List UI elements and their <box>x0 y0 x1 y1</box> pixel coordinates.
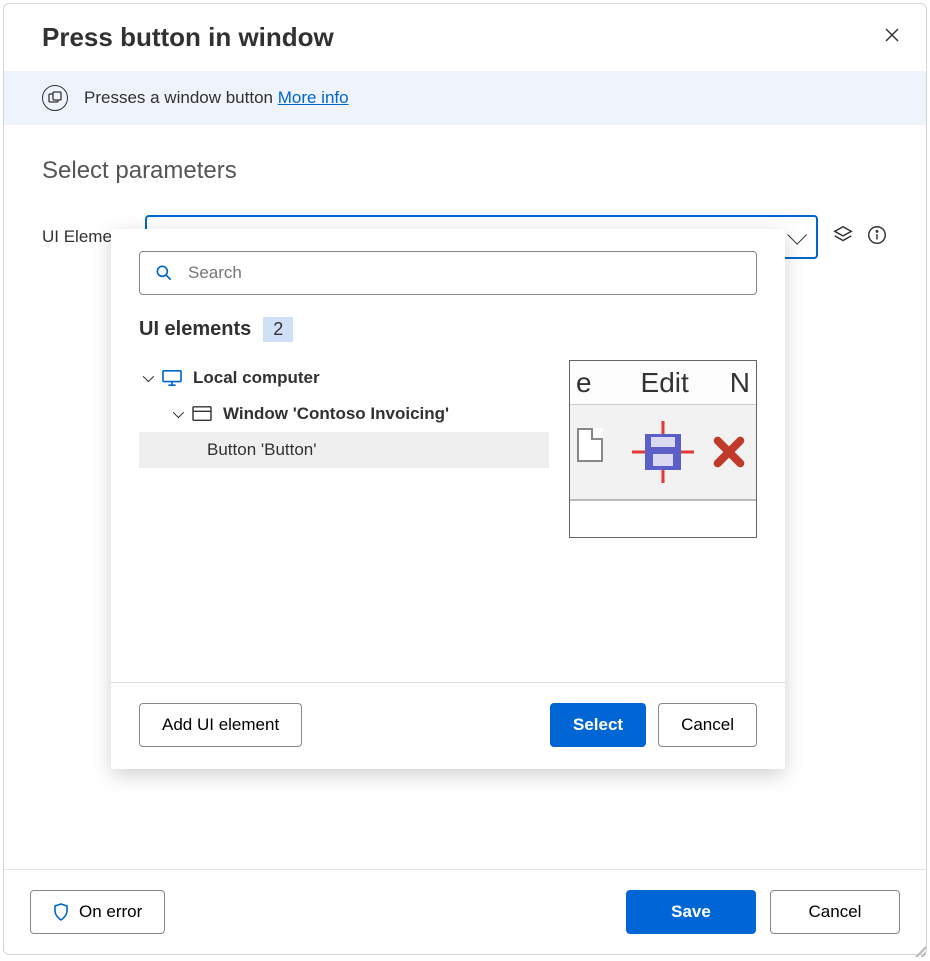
save-button[interactable]: Save <box>626 890 756 934</box>
tree-node-label: Local computer <box>193 368 320 388</box>
chevron-down-icon <box>143 371 154 382</box>
preview-char: e <box>576 367 592 399</box>
cancel-button[interactable]: Cancel <box>770 890 900 934</box>
delete-icon <box>709 432 749 472</box>
action-info-icon <box>42 85 68 111</box>
ui-elements-count: 2 <box>263 317 293 342</box>
save-icon <box>645 434 681 470</box>
tree-node-label: Window 'Contoso Invoicing' <box>223 404 449 424</box>
target-highlight-icon <box>632 421 694 483</box>
chevron-down-icon <box>173 407 184 418</box>
ui-element-picker: UI elements 2 Local computer Window 'Con… <box>111 229 785 769</box>
select-button[interactable]: Select <box>550 703 646 747</box>
element-preview: e Edit N <box>569 360 757 538</box>
window-icon <box>191 405 213 423</box>
on-error-button[interactable]: On error <box>30 890 165 934</box>
search-icon <box>154 263 174 283</box>
tree-node-label: Button 'Button' <box>207 440 317 460</box>
info-icon[interactable] <box>866 224 888 251</box>
search-input[interactable] <box>186 262 742 284</box>
close-icon[interactable] <box>876 22 908 53</box>
info-bar: Presses a window button More info <box>4 71 926 125</box>
add-ui-element-button[interactable]: Add UI element <box>139 703 302 747</box>
preview-menu-edit: Edit <box>606 367 724 399</box>
resize-grip[interactable] <box>912 943 926 957</box>
document-icon <box>577 428 617 476</box>
chevron-down-icon <box>787 225 807 245</box>
on-error-label: On error <box>79 902 142 922</box>
more-info-link[interactable]: More info <box>278 88 349 107</box>
computer-icon <box>161 369 183 387</box>
preview-char: N <box>730 367 750 399</box>
search-box[interactable] <box>139 251 757 295</box>
info-text: Presses a window button <box>84 88 278 107</box>
section-title: Select parameters <box>42 157 888 185</box>
tree-node-button[interactable]: Button 'Button' <box>139 432 549 468</box>
dialog-title: Press button in window <box>42 22 876 53</box>
tree-node-computer[interactable]: Local computer <box>139 360 549 396</box>
picker-cancel-button[interactable]: Cancel <box>658 703 757 747</box>
ui-elements-heading: UI elements <box>139 318 251 341</box>
tree-node-window[interactable]: Window 'Contoso Invoicing' <box>139 396 549 432</box>
layers-icon[interactable] <box>832 224 854 251</box>
shield-icon <box>53 903 69 921</box>
